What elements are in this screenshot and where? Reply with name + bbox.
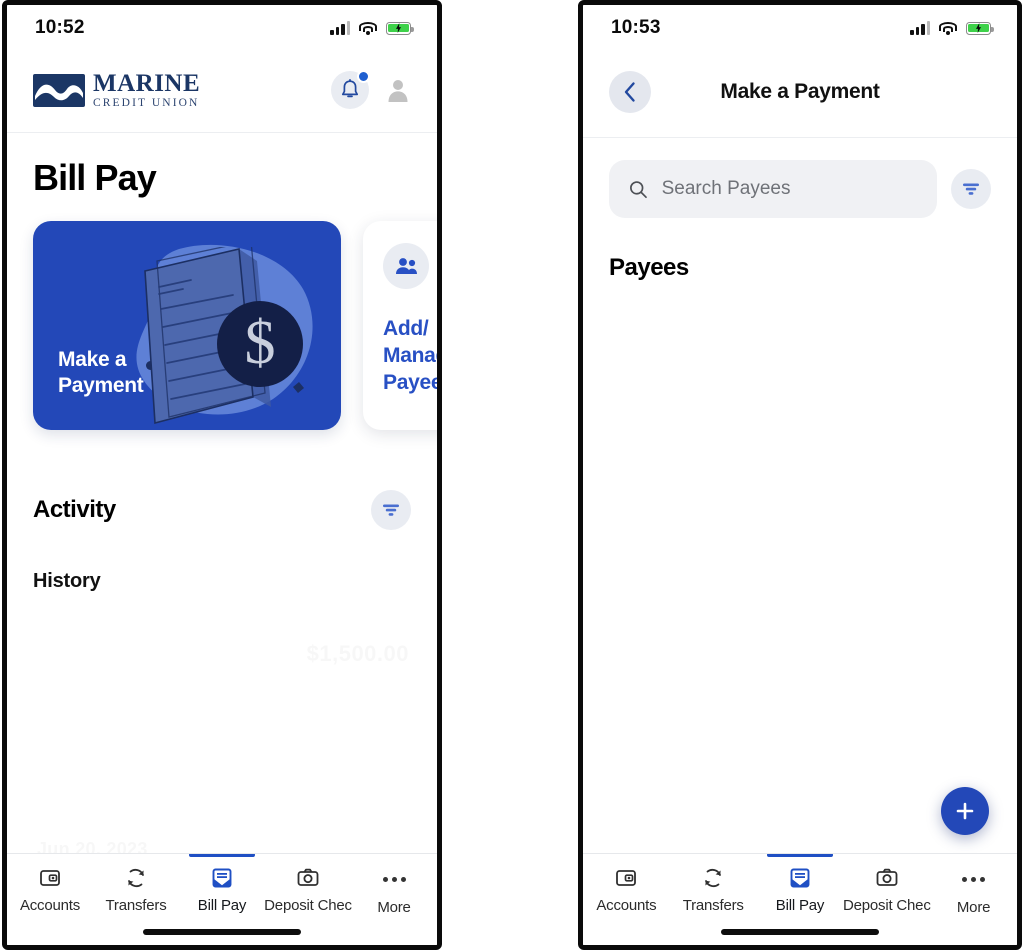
status-bar-right: 10:53 — [583, 5, 1017, 51]
action-card-carousel[interactable]: $ Make a Payment Add/ Mana Paye — [7, 199, 437, 430]
battery-charging-icon — [386, 21, 414, 35]
nav-item-more[interactable]: More — [351, 866, 437, 916]
filter-icon — [383, 504, 399, 516]
make-a-payment-card[interactable]: $ Make a Payment — [33, 220, 341, 430]
card2-label-line3: Payees — [383, 371, 437, 395]
nav-label-more: More — [956, 899, 991, 916]
nav-label-accounts: Accounts — [596, 897, 657, 914]
activity-filter-button[interactable] — [371, 489, 411, 530]
header-actions — [331, 70, 411, 110]
nav-label-transfers: Transfers — [105, 897, 167, 914]
make-a-payment-screen: 10:53 Make a Payment Search Payees Payee… — [583, 5, 1017, 945]
screenshot-stage: 10:52 MARINE CREDIT UNION Bill Pay $ Mak… — [0, 0, 1024, 950]
logo-wordmark: MARINE CREDIT UNION — [93, 71, 200, 110]
camera-icon — [876, 868, 898, 886]
filter-icon — [963, 183, 979, 195]
back-button[interactable] — [609, 71, 651, 113]
payees-filter-button[interactable] — [951, 169, 991, 209]
phone-left: 10:52 MARINE CREDIT UNION Bill Pay $ Mak… — [2, 0, 442, 950]
page-title: Bill Pay — [33, 156, 157, 198]
camera-icon — [297, 868, 319, 886]
search-payees-box[interactable] — [609, 160, 937, 218]
status-time: 10:52 — [35, 17, 85, 38]
activity-title: Activity — [33, 495, 116, 523]
wallet-icon — [40, 870, 60, 886]
logo-title: MARINE — [93, 70, 201, 97]
nav-item-deposit-check[interactable]: Deposit Chec — [842, 866, 931, 914]
nav-item-bill-pay[interactable]: Bill Pay — [757, 854, 844, 914]
status-icons — [330, 21, 414, 35]
marine-credit-union-logo: MARINE CREDIT UNION — [33, 71, 200, 110]
nav-item-bill-pay[interactable]: Bill Pay — [179, 854, 265, 914]
nav-item-deposit-check[interactable]: Deposit Chec — [264, 866, 352, 914]
envelope-icon — [212, 868, 232, 888]
plus-icon — [956, 802, 974, 820]
notifications-button[interactable] — [331, 70, 370, 110]
home-indicator — [721, 929, 879, 935]
bill-pay-screen: 10:52 MARINE CREDIT UNION Bill Pay $ Mak… — [7, 5, 437, 945]
signal-bars-icon — [330, 21, 350, 35]
add-manage-payees-label: Add/ Manage Payees — [383, 315, 437, 397]
ellipsis-icon — [962, 866, 986, 892]
nav-label-bill-pay: Bill Pay — [197, 897, 247, 914]
wifi-icon — [939, 21, 957, 35]
nav-label-deposit-check: Deposit Chec — [264, 897, 352, 914]
document-dollar-illustration: $ — [144, 246, 304, 424]
svg-text:$: $ — [245, 309, 276, 377]
search-input[interactable] — [661, 178, 917, 200]
logo-subtitle: CREDIT UNION — [93, 97, 200, 109]
make-a-payment-card-label: Make a Payment — [58, 347, 144, 400]
nav-item-transfers[interactable]: Transfers — [93, 866, 179, 914]
nav-label-deposit-check: Deposit Chec — [842, 897, 931, 914]
nav-active-indicator — [766, 854, 833, 857]
chevron-left-icon — [624, 82, 635, 102]
nav-active-indicator — [189, 854, 255, 857]
ghost-transaction-amount: $1,500.00 — [307, 641, 409, 667]
nav-item-more[interactable]: More — [930, 866, 1017, 916]
nav-item-accounts[interactable]: Accounts — [583, 866, 670, 914]
nav-item-transfers[interactable]: Transfers — [670, 866, 757, 914]
sync-arrows-icon — [128, 868, 144, 888]
people-icon — [395, 257, 417, 274]
app-header: MARINE CREDIT UNION — [7, 51, 437, 133]
phone-right: 10:53 Make a Payment Search Payees Payee… — [578, 0, 1022, 950]
status-bar: 10:52 — [7, 5, 437, 51]
search-row — [583, 138, 1017, 218]
ellipsis-icon — [382, 866, 406, 892]
activity-section-header: Activity — [7, 430, 437, 530]
bell-icon — [341, 79, 359, 98]
notification-dot — [357, 70, 370, 84]
status-icons-right — [910, 21, 994, 35]
nav-label-bill-pay: Bill Pay — [775, 897, 825, 914]
nav-item-accounts[interactable]: Accounts — [7, 866, 93, 914]
card2-label-line2: Manage — [383, 343, 437, 367]
wave-logo-icon — [33, 73, 85, 107]
status-time-right: 10:53 — [611, 17, 661, 38]
add-manage-payees-card[interactable]: Add/ Manage Payees — [363, 220, 437, 430]
card-label-line2: Payment — [58, 374, 144, 398]
people-icon-circle — [383, 242, 429, 289]
bottom-nav-left: Accounts Transfers Bill Pay Deposit Chec… — [7, 853, 437, 945]
nav-label-accounts: Accounts — [19, 897, 81, 914]
add-payee-fab[interactable] — [941, 787, 989, 835]
bolt-icon — [396, 23, 401, 33]
card-label-line1: Make a — [58, 347, 127, 371]
wifi-icon — [359, 21, 377, 35]
envelope-icon — [790, 868, 810, 888]
payees-title: Payees — [609, 254, 689, 281]
home-indicator — [143, 929, 301, 935]
wallet-icon — [616, 870, 637, 886]
sync-arrows-icon — [705, 868, 722, 888]
bottom-nav-right: Accounts Transfers Bill Pay Deposit Chec… — [583, 853, 1017, 945]
person-avatar-icon[interactable] — [385, 77, 411, 103]
signal-bars-icon — [910, 21, 930, 35]
nav-label-transfers: Transfers — [682, 897, 744, 914]
bolt-icon — [976, 23, 981, 33]
battery-charging-icon — [966, 21, 994, 35]
search-icon — [630, 180, 647, 198]
history-label: History — [33, 569, 101, 592]
card2-label-line1: Add/ — [383, 316, 429, 340]
detail-header: Make a Payment — [583, 51, 1017, 138]
nav-label-more: More — [377, 899, 411, 916]
